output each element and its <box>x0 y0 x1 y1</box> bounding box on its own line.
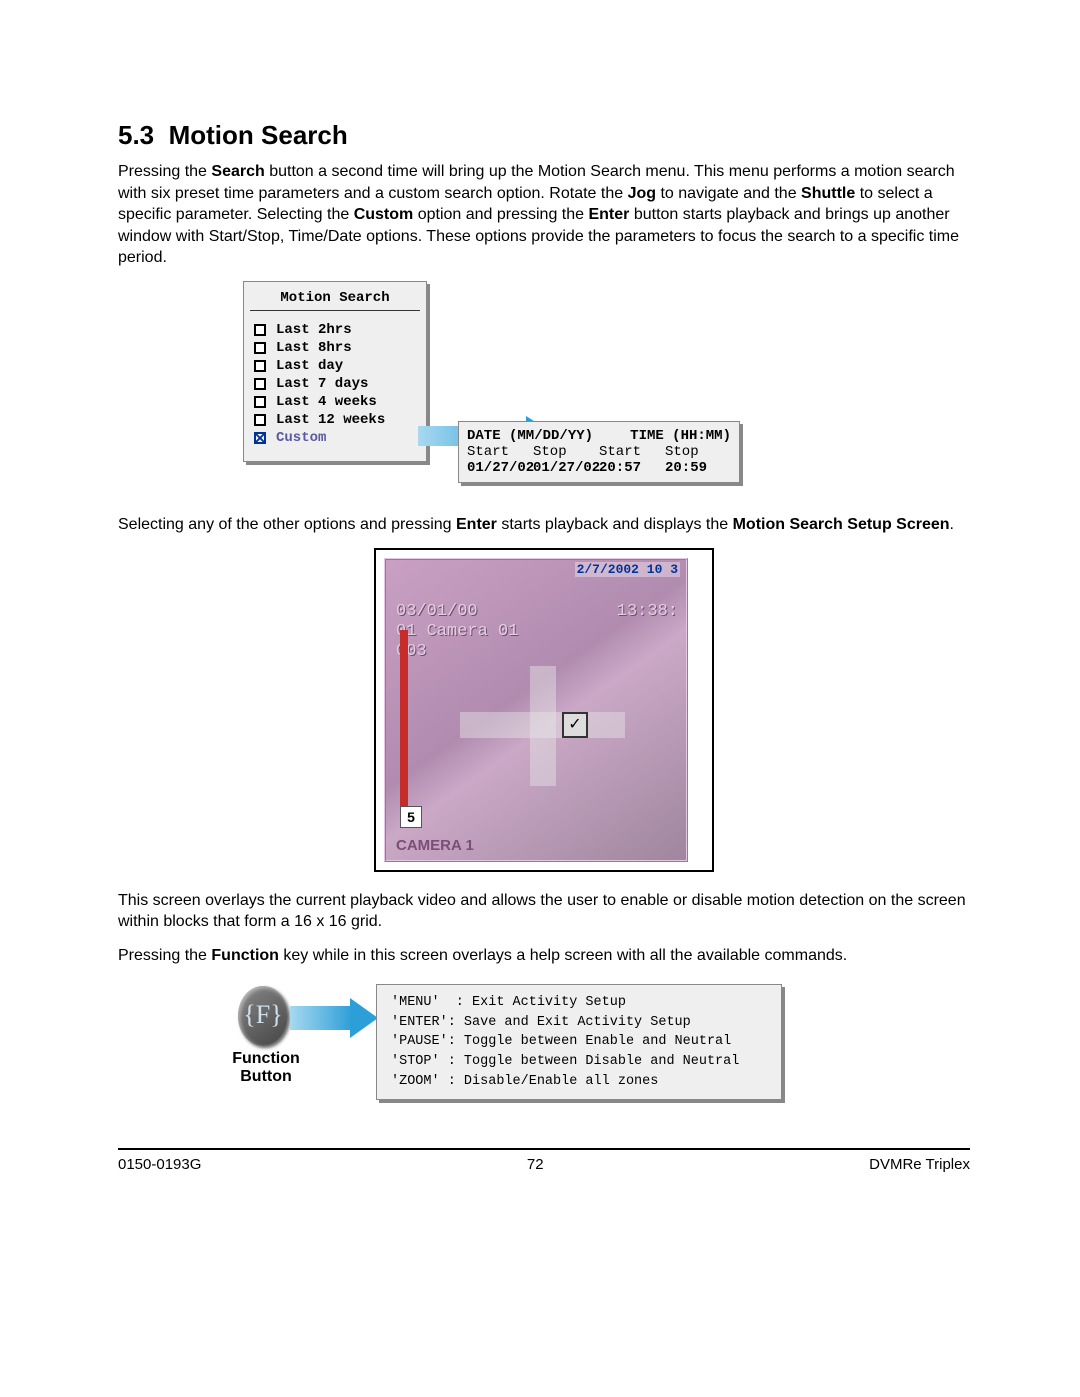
checkbox-icon <box>254 396 266 408</box>
menu-item[interactable]: Last day <box>250 357 420 375</box>
checkbox-icon <box>254 360 266 372</box>
paragraph-1: Pressing the Search button a second time… <box>118 161 970 269</box>
motion-search-diagram: Motion Search Last 2hrs Last 8hrs Last d… <box>118 281 970 496</box>
counter-box: 5 <box>400 806 422 828</box>
marker-bar <box>400 630 408 820</box>
menu-item[interactable]: Last 7 days <box>250 375 420 393</box>
osd-time: 13:38: <box>617 602 678 621</box>
paragraph-4: Pressing the Function key while in this … <box>118 945 970 967</box>
page-footer: 0150-0193G 72 DVMRe Triplex <box>118 1156 970 1173</box>
camera-screenshot: 2/7/2002 10 3 03/01/00 01 Camera 01 003 … <box>374 548 714 872</box>
motion-search-menu: Motion Search Last 2hrs Last 8hrs Last d… <box>243 281 427 462</box>
section-heading: 5.3 Motion Search <box>118 120 970 151</box>
menu-item[interactable]: Last 4 weeks <box>250 393 420 411</box>
camera-label: CAMERA 1 <box>396 837 474 854</box>
paragraph-3: This screen overlays the current playbac… <box>118 890 970 933</box>
footer-right: DVMRe Triplex <box>869 1156 970 1173</box>
footer-left: 0150-0193G <box>118 1156 201 1173</box>
grid-overlay-h <box>460 712 625 738</box>
checkbox-icon <box>254 378 266 390</box>
checkbox-icon <box>254 342 266 354</box>
function-button-diagram: {F} Function Button 'MENU' : Exit Activi… <box>118 978 970 1108</box>
paragraph-2: Selecting any of the other options and p… <box>118 514 970 536</box>
function-button-label: Function Button <box>226 1050 306 1086</box>
menu-item[interactable]: Last 8hrs <box>250 339 420 357</box>
timestamp-overlay: 2/7/2002 10 3 <box>575 562 680 577</box>
checkbox-icon <box>254 414 266 426</box>
osd-overlay: 03/01/00 01 Camera 01 003 <box>396 602 518 663</box>
motion-search-menu-title: Motion Search <box>250 288 420 311</box>
menu-item[interactable]: Last 12 weeks <box>250 411 420 429</box>
function-button-icon[interactable]: {F} <box>238 986 288 1046</box>
check-icon: ✓ <box>562 712 588 738</box>
footer-page-number: 72 <box>527 1156 544 1173</box>
date-time-box: DATE (MM/DD/YY) TIME (HH:MM) Start Stop … <box>458 421 740 483</box>
help-overlay-box: 'MENU' : Exit Activity Setup 'ENTER': Sa… <box>376 984 782 1100</box>
checkbox-checked-icon <box>254 432 266 444</box>
footer-divider <box>118 1148 970 1150</box>
menu-item-custom[interactable]: Custom <box>250 429 420 447</box>
menu-item[interactable]: Last 2hrs <box>250 321 420 339</box>
checkbox-icon <box>254 324 266 336</box>
